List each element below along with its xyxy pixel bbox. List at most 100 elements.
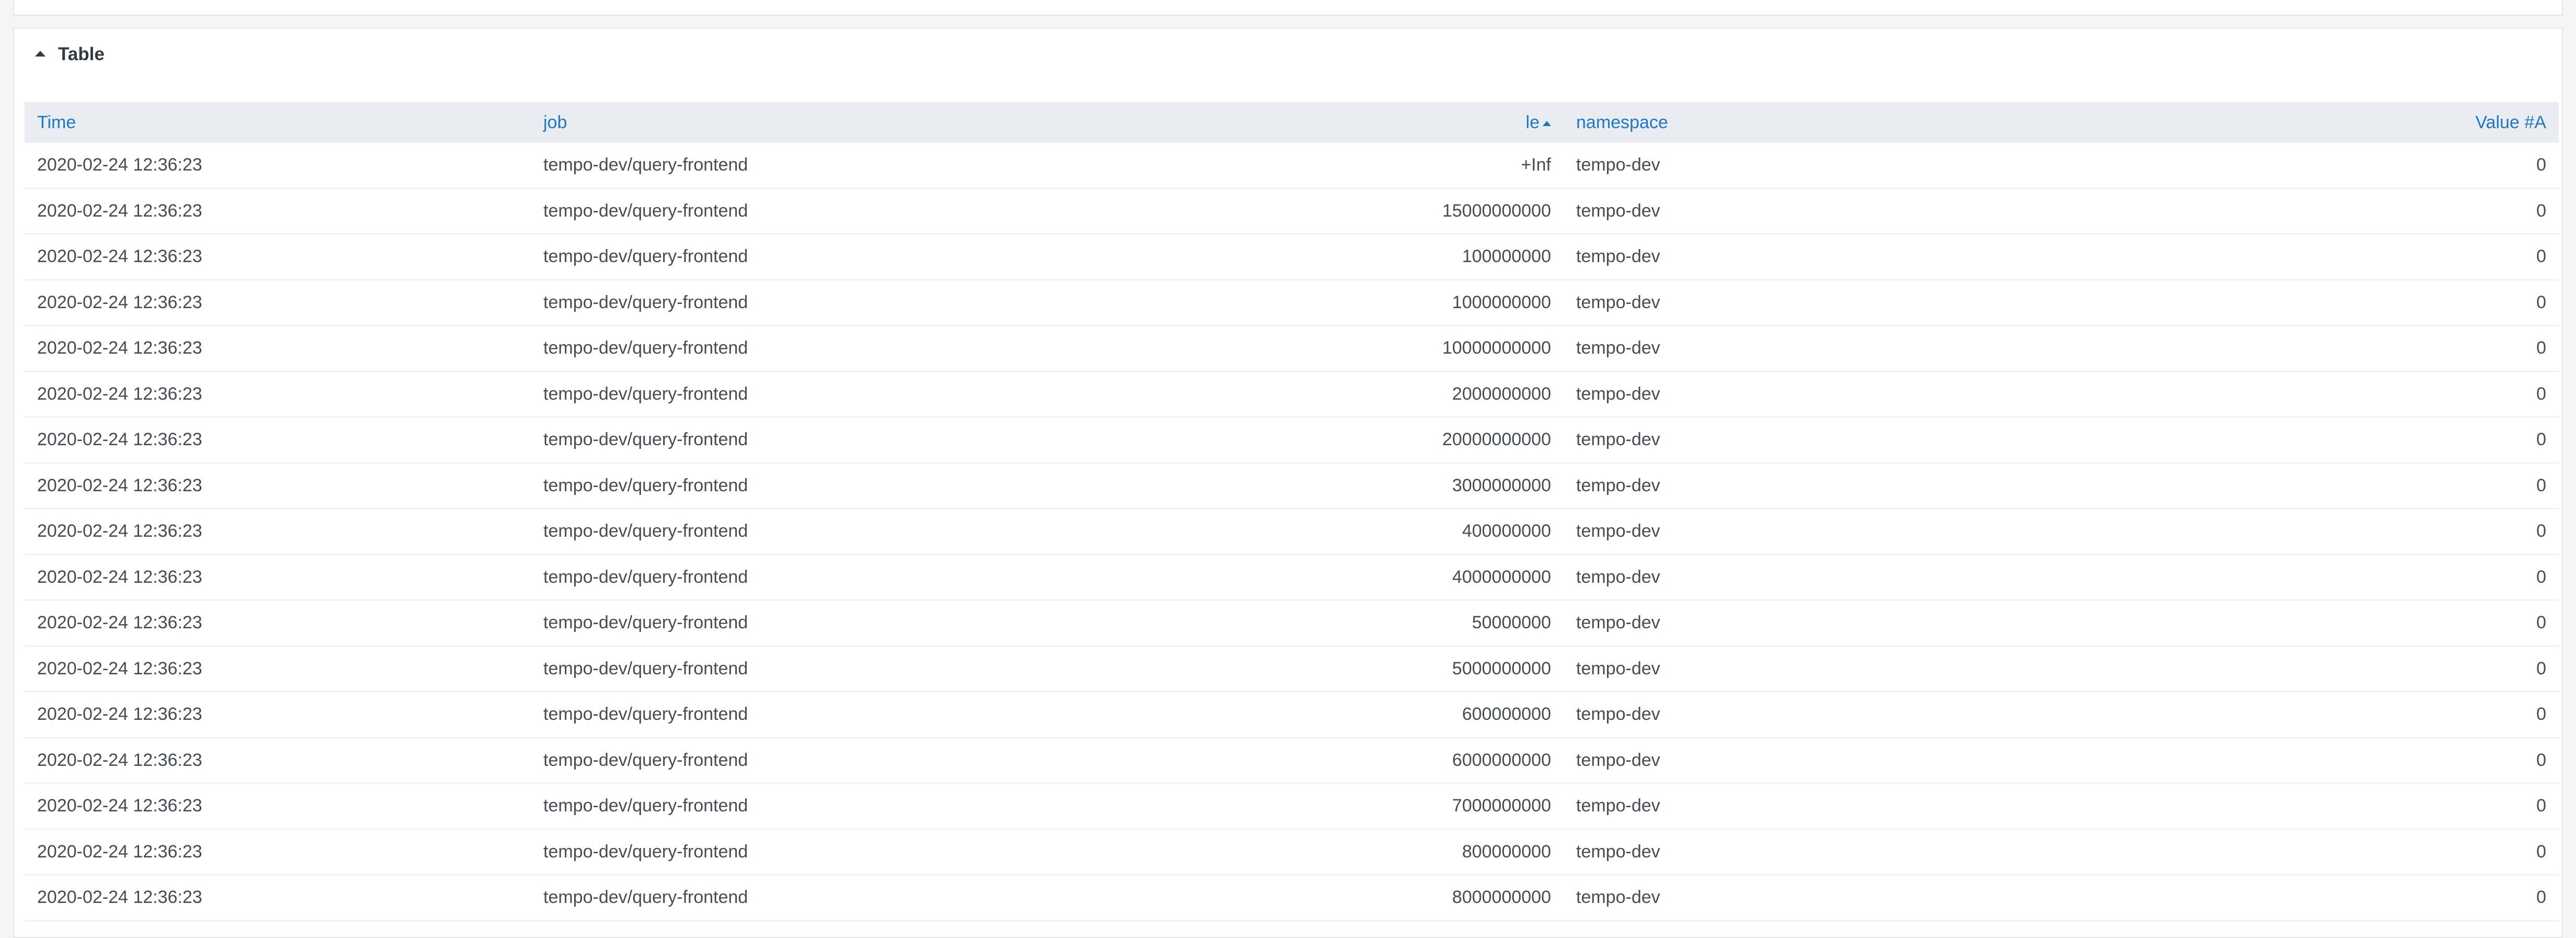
table-row: 2020-02-24 12:36:23 tempo-dev/query-fron… [25,600,2559,647]
table-row: 2020-02-24 12:36:23 tempo-dev/query-fron… [25,737,2559,784]
cell-namespace: tempo-dev [1564,508,2191,555]
cell-job: tempo-dev/query-frontend [531,737,1041,784]
cell-namespace: tempo-dev [1564,554,2191,601]
table-row: 2020-02-24 12:36:23 tempo-dev/query-fron… [25,554,2559,601]
table-row: 2020-02-24 12:36:23 tempo-dev/query-fron… [25,692,2559,738]
cell-time: 2020-02-24 12:36:23 [25,417,531,464]
cell-time: 2020-02-24 12:36:23 [25,325,531,372]
column-header-time[interactable]: Time [25,102,531,143]
cell-job: tempo-dev/query-frontend [531,875,1041,921]
cell-job: tempo-dev/query-frontend [531,143,1041,189]
table-row: 2020-02-24 12:36:23 tempo-dev/query-fron… [25,279,2559,326]
cell-le: 15000000000 [1041,188,1564,234]
cell-value: 0 [2191,600,2559,647]
column-header-value-a[interactable]: Value #A [2191,102,2559,143]
table-panel: Table Time job le namespace Value #A 202… [13,28,2563,938]
column-header-le[interactable]: le [1041,102,1564,143]
cell-le: 600000000 [1041,692,1564,738]
cell-time: 2020-02-24 12:36:23 [25,188,531,234]
data-table: Time job le namespace Value #A 2020-02-2… [25,102,2559,921]
cell-le: 3000000000 [1041,462,1564,509]
cell-job: tempo-dev/query-frontend [531,462,1041,509]
table-row: 2020-02-24 12:36:23 tempo-dev/query-fron… [25,829,2559,875]
cell-time: 2020-02-24 12:36:23 [25,371,531,417]
sort-ascending-icon [1543,120,1551,126]
cell-value: 0 [2191,737,2559,784]
cell-time: 2020-02-24 12:36:23 [25,692,531,738]
cell-value: 0 [2191,462,2559,509]
table-row: 2020-02-24 12:36:23 tempo-dev/query-fron… [25,188,2559,234]
cell-value: 0 [2191,783,2559,830]
cell-time: 2020-02-24 12:36:23 [25,234,531,280]
cell-value: 0 [2191,692,2559,738]
table-row: 2020-02-24 12:36:23 tempo-dev/query-fron… [25,646,2559,692]
table-row: 2020-02-24 12:36:23 tempo-dev/query-fron… [25,508,2559,555]
cell-time: 2020-02-24 12:36:23 [25,783,531,830]
table-row: 2020-02-24 12:36:23 tempo-dev/query-fron… [25,783,2559,830]
cell-namespace: tempo-dev [1564,417,2191,464]
cell-job: tempo-dev/query-frontend [531,829,1041,875]
cell-time: 2020-02-24 12:36:23 [25,462,531,509]
table-row: 2020-02-24 12:36:23 tempo-dev/query-fron… [25,143,2559,189]
cell-time: 2020-02-24 12:36:23 [25,143,531,189]
cell-value: 0 [2191,371,2559,417]
cell-time: 2020-02-24 12:36:23 [25,646,531,692]
cell-job: tempo-dev/query-frontend [531,646,1041,692]
cell-namespace: tempo-dev [1564,646,2191,692]
cell-namespace: tempo-dev [1564,234,2191,280]
cell-time: 2020-02-24 12:36:23 [25,829,531,875]
cell-namespace: tempo-dev [1564,600,2191,647]
cell-job: tempo-dev/query-frontend [531,692,1041,738]
table-row: 2020-02-24 12:36:23 tempo-dev/query-fron… [25,417,2559,464]
cell-value: 0 [2191,417,2559,464]
cell-job: tempo-dev/query-frontend [531,279,1041,326]
column-header-le-label: le [1525,112,1540,132]
table-row: 2020-02-24 12:36:23 tempo-dev/query-fron… [25,462,2559,509]
cell-value: 0 [2191,829,2559,875]
cell-job: tempo-dev/query-frontend [531,554,1041,601]
table-row: 2020-02-24 12:36:23 tempo-dev/query-fron… [25,325,2559,372]
cell-le: 400000000 [1041,508,1564,555]
cell-value: 0 [2191,508,2559,555]
table-row: 2020-02-24 12:36:23 tempo-dev/query-fron… [25,371,2559,417]
cell-namespace: tempo-dev [1564,188,2191,234]
cell-value: 0 [2191,325,2559,372]
cell-value: 0 [2191,554,2559,601]
cell-job: tempo-dev/query-frontend [531,325,1041,372]
cell-value: 0 [2191,875,2559,921]
cell-le: 20000000000 [1041,417,1564,464]
cell-le: 4000000000 [1041,554,1564,601]
cell-namespace: tempo-dev [1564,692,2191,738]
cell-time: 2020-02-24 12:36:23 [25,279,531,326]
cell-job: tempo-dev/query-frontend [531,371,1041,417]
caret-up-icon [35,50,45,56]
cell-time: 2020-02-24 12:36:23 [25,600,531,647]
cell-le: 100000000 [1041,234,1564,280]
cell-le: 6000000000 [1041,737,1564,784]
cell-namespace: tempo-dev [1564,143,2191,189]
cell-value: 0 [2191,188,2559,234]
column-header-job[interactable]: job [531,102,1041,143]
panel-collapse-toggle[interactable]: Table [35,43,105,65]
cell-job: tempo-dev/query-frontend [531,508,1041,555]
cell-namespace: tempo-dev [1564,279,2191,326]
cell-value: 0 [2191,279,2559,326]
cell-namespace: tempo-dev [1564,783,2191,830]
cell-time: 2020-02-24 12:36:23 [25,875,531,921]
cell-namespace: tempo-dev [1564,829,2191,875]
table-row: 2020-02-24 12:36:23 tempo-dev/query-fron… [25,875,2559,921]
cell-namespace: tempo-dev [1564,737,2191,784]
cell-time: 2020-02-24 12:36:23 [25,554,531,601]
cell-value: 0 [2191,143,2559,189]
column-header-namespace[interactable]: namespace [1564,102,2191,143]
cell-le: 8000000000 [1041,875,1564,921]
cell-namespace: tempo-dev [1564,325,2191,372]
cell-le: 50000000 [1041,600,1564,647]
cell-job: tempo-dev/query-frontend [531,417,1041,464]
cell-value: 0 [2191,646,2559,692]
cell-le: 7000000000 [1041,783,1564,830]
cell-job: tempo-dev/query-frontend [531,188,1041,234]
cell-le: +Inf [1041,143,1564,189]
table-row: 2020-02-24 12:36:23 tempo-dev/query-fron… [25,234,2559,280]
cell-job: tempo-dev/query-frontend [531,234,1041,280]
